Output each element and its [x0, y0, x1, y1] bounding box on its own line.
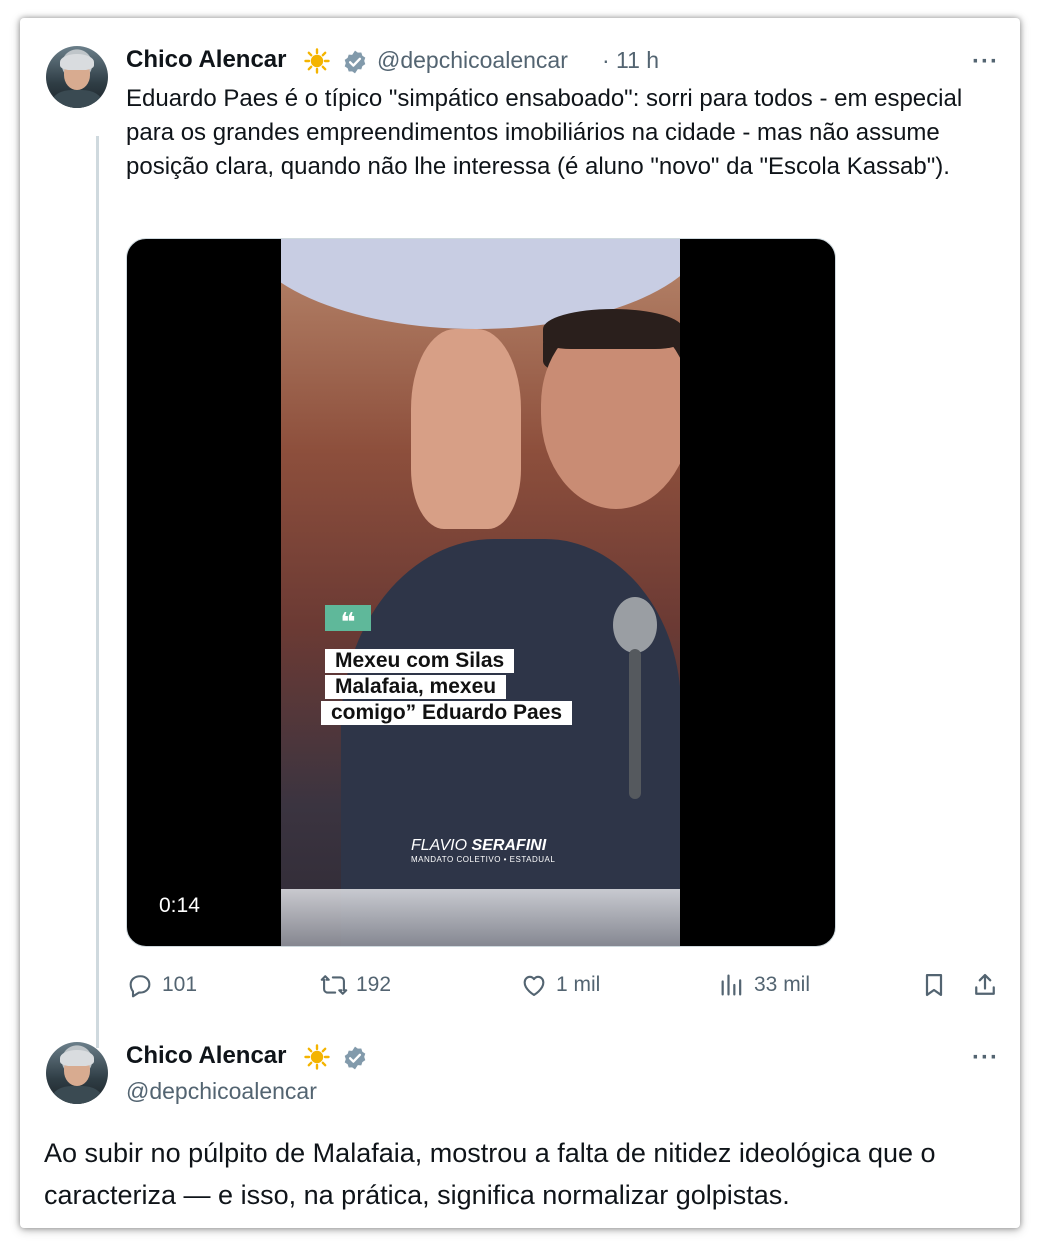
sun-emoji-icon [304, 48, 330, 74]
quote-badge: ❝ [325, 605, 371, 637]
verified-icon[interactable] [342, 49, 368, 75]
views-icon [721, 974, 742, 996]
author-name[interactable]: Chico Alencar [126, 46, 287, 74]
more-options-button[interactable]: ··· [972, 1044, 999, 1072]
retweet-count: 192 [356, 973, 392, 996]
retweet-button[interactable]: 192 [320, 968, 391, 1002]
video-caption-line: Malafaia, mexeu [325, 675, 507, 699]
meta-separator: · [602, 47, 610, 73]
bookmark-button[interactable] [920, 968, 948, 1002]
author-handle[interactable]: @depchicoalencar [377, 47, 568, 74]
video-frame[interactable]: ❝ Mexeu com Silas Malafaia, mexeu comigo… [281, 239, 680, 946]
video-watermark: FLAVIO SERAFINI MANDATO COLETIVO • ESTAD… [411, 837, 556, 864]
tweet-time[interactable]: 11 h [616, 47, 659, 74]
share-icon [975, 973, 995, 995]
video-caption-line: Mexeu com Silas [325, 649, 515, 673]
views-count: 33 mil [754, 973, 811, 996]
avatar[interactable] [46, 1042, 108, 1104]
share-button[interactable] [971, 968, 999, 1002]
video-player[interactable]: ❝ Mexeu com Silas Malafaia, mexeu comigo… [126, 238, 836, 947]
retweet-icon [320, 975, 348, 995]
views-button[interactable]: 33 mil [718, 968, 810, 1002]
like-icon [523, 975, 545, 996]
reply-author-handle[interactable]: @depchicoalencar [126, 1078, 317, 1105]
reply-icon [129, 975, 151, 998]
thread-line [96, 136, 99, 1048]
sun-emoji-icon [304, 1044, 330, 1070]
like-count: 1 mil [556, 973, 601, 996]
verified-icon[interactable] [342, 1045, 368, 1071]
tweet-card: Chico Alencar @depchicoalencar · 11 h ··… [20, 18, 1020, 1228]
more-options-button[interactable]: ··· [972, 48, 999, 76]
reply-count: 101 [162, 973, 198, 996]
reply-text: Ao subir no púlpito de Malafaia, mostrou… [44, 1138, 936, 1210]
tweet-text: Eduardo Paes é o típico "simpático ensab… [126, 85, 963, 180]
reply-author-name[interactable]: Chico Alencar [126, 1042, 287, 1070]
video-caption-line: comigo” Eduardo Paes [321, 701, 573, 725]
avatar[interactable] [46, 46, 108, 108]
reply-button[interactable]: 101 [126, 968, 197, 1002]
video-duration: 0:14 [159, 894, 200, 917]
bookmark-icon [925, 973, 943, 997]
like-button[interactable]: 1 mil [520, 968, 600, 1002]
